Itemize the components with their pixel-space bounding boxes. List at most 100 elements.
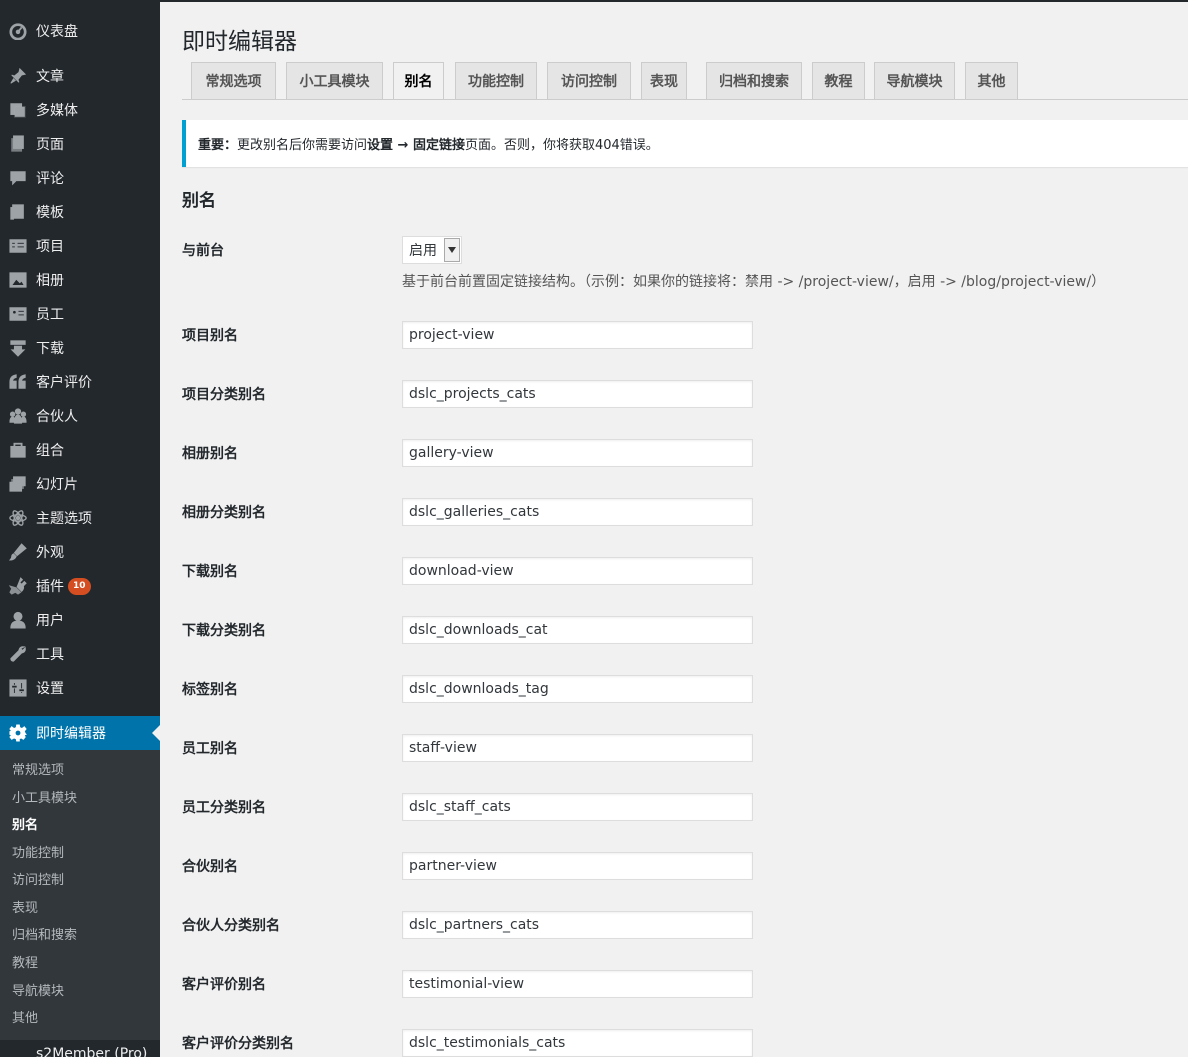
tabs-divider [182, 99, 1188, 100]
field-label: 合伙别名 [182, 859, 238, 875]
sidebar-item-8[interactable]: 员工 [0, 297, 160, 331]
wrench-icon [0, 637, 36, 671]
submenu-item[interactable]: 常规选项 [12, 762, 64, 780]
tab[interactable]: 功能控制 [455, 62, 537, 100]
tab[interactable]: 其他 [965, 62, 1018, 100]
sidebar-item-5[interactable]: 模板 [0, 195, 160, 229]
sidebar-item-10[interactable]: 客户评价 [0, 365, 160, 399]
sidebar-item-16[interactable]: 插件 10 [0, 569, 160, 603]
submenu-item[interactable]: 教程 [12, 955, 38, 973]
submenu-item[interactable]: 功能控制 [12, 845, 64, 863]
sidebar-item-13[interactable]: 幻灯片 [0, 467, 160, 501]
slug-input[interactable]: dslc_testimonials_cats [402, 1029, 753, 1057]
top-edge [160, 0, 1188, 2]
field-label: 项目分类别名 [182, 387, 266, 403]
tab[interactable]: 导航模块 [874, 62, 955, 100]
sidebar-item-17[interactable]: 用户 [0, 603, 160, 637]
sidebar-item-19[interactable]: 设置 [0, 671, 160, 705]
gallery-icon [0, 263, 36, 297]
sidebar-item-3[interactable]: 页面 [0, 127, 160, 161]
download-icon [0, 331, 36, 365]
tab[interactable]: 表现 [641, 62, 687, 100]
sidebar-item-label: 仪表盘 [36, 24, 78, 40]
current-indicator-arrow [152, 725, 160, 741]
admin-sidebar: 仪表盘文章多媒体页面评论模板 项目 相册 员工 下载 客户评价合伙人组合幻灯片主题选项 外观… [0, 0, 160, 1057]
sidebar-item-11[interactable]: 合伙人 [0, 399, 160, 433]
sidebar-item-1[interactable]: 文章 [0, 59, 160, 93]
slug-input[interactable]: partner-view [402, 852, 753, 880]
section-title: 别名 [182, 191, 216, 211]
frontend-label: 与前台 [182, 243, 224, 259]
submenu-item[interactable]: 访问控制 [12, 872, 64, 890]
sidebar-item-label: 文章 [36, 69, 64, 85]
sidebar-item-6[interactable]: 项目 [0, 229, 160, 263]
slug-input[interactable]: dslc_partners_cats [402, 911, 753, 939]
slug-input[interactable]: dslc_galleries_cats [402, 498, 753, 526]
sidebar-item-15[interactable]: 外观 [0, 535, 160, 569]
slug-input[interactable]: project-view [402, 321, 753, 349]
groups-icon [0, 399, 36, 433]
tab[interactable]: 访问控制 [547, 62, 631, 100]
portfolio-icon [0, 433, 36, 467]
field-label: 员工分类别名 [182, 800, 266, 816]
brush-icon [0, 535, 36, 569]
update-count-badge: 10 [68, 577, 91, 595]
user-icon [0, 603, 36, 637]
field-label: 项目别名 [182, 328, 238, 344]
sidebar-item-9[interactable]: 下载 [0, 331, 160, 365]
notice-prefix: 重要： [198, 138, 238, 153]
sidebar-item-0[interactable]: 仪表盘 [0, 14, 160, 48]
submenu-item[interactable]: 小工具模块 [12, 790, 77, 808]
tab[interactable]: 小工具模块 [286, 62, 383, 100]
submenu-item[interactable]: 表现 [12, 900, 38, 918]
sidebar-item-7[interactable]: 相册 [0, 263, 160, 297]
sidebar-item-12[interactable]: 组合 [0, 433, 160, 467]
sidebar-item-cut[interactable]: s2Member (Pro) [36, 1046, 147, 1057]
field-label: 员工别名 [182, 741, 238, 757]
notice-text-end: 页面。否则，你将获取404错误。 [464, 138, 659, 153]
sidebar-item-4[interactable]: 评论 [0, 161, 160, 195]
slug-input[interactable]: download-view [402, 557, 753, 585]
chevron-down-icon[interactable] [444, 238, 460, 262]
submenu-item[interactable]: 导航模块 [12, 983, 64, 1001]
tab[interactable]: 归档和搜索 [706, 62, 802, 100]
field-label: 相册分类别名 [182, 505, 266, 521]
submenu-item[interactable]: 其他 [12, 1010, 38, 1028]
plugin-icon [0, 569, 36, 603]
sidebar-item-2[interactable]: 多媒体 [0, 93, 160, 127]
notice-link-text: 设置 → 固定链接 [367, 138, 465, 153]
frontend-select[interactable]: 启用 [402, 236, 462, 264]
slug-input[interactable]: testimonial-view [402, 970, 753, 998]
sidebar-item-label: 用户 [36, 613, 64, 629]
slug-input[interactable]: staff-view [402, 734, 753, 762]
slug-input[interactable]: dslc_downloads_tag [402, 675, 753, 703]
frontend-description: 基于前台前置固定链接结构。（示例：如果你的链接将：禁用 -> /project-… [402, 274, 1106, 290]
submenu-item[interactable]: 归档和搜索 [12, 927, 77, 945]
sidebar-item-label: 评论 [36, 171, 64, 187]
sidebar-item-14[interactable]: 主题选项 [0, 501, 160, 535]
slug-input[interactable]: dslc_downloads_cat [402, 616, 753, 644]
tab[interactable]: 常规选项 [191, 62, 276, 100]
sidebar-item-18[interactable]: 工具 [0, 637, 160, 671]
settings-icon [0, 671, 36, 705]
sidebar-item-current[interactable]: 即时编辑器 [0, 716, 160, 750]
slug-input[interactable]: dslc_staff_cats [402, 793, 753, 821]
sidebar-item-label: 多媒体 [36, 103, 78, 119]
sidebar-item-label: 幻灯片 [36, 477, 78, 493]
sidebar-item-label: 设置 [36, 681, 64, 697]
field-label: 相册别名 [182, 446, 238, 462]
submenu-item[interactable]: 别名 [12, 817, 38, 835]
media-icon [0, 93, 36, 127]
slug-input[interactable]: dslc_projects_cats [402, 380, 753, 408]
slug-input[interactable]: gallery-view [402, 439, 753, 467]
tab[interactable]: 别名 [393, 62, 444, 100]
field-label: 下载别名 [182, 564, 238, 580]
tab[interactable]: 教程 [812, 62, 865, 100]
projects-icon [0, 229, 36, 263]
page-icon [0, 127, 36, 161]
slides-icon [0, 467, 36, 501]
template-icon [0, 195, 36, 229]
sidebar-item-label: 即时编辑器 [36, 726, 106, 742]
sidebar-item-label: 合伙人 [36, 409, 78, 425]
field-label: 客户评价分类别名 [182, 1036, 294, 1052]
